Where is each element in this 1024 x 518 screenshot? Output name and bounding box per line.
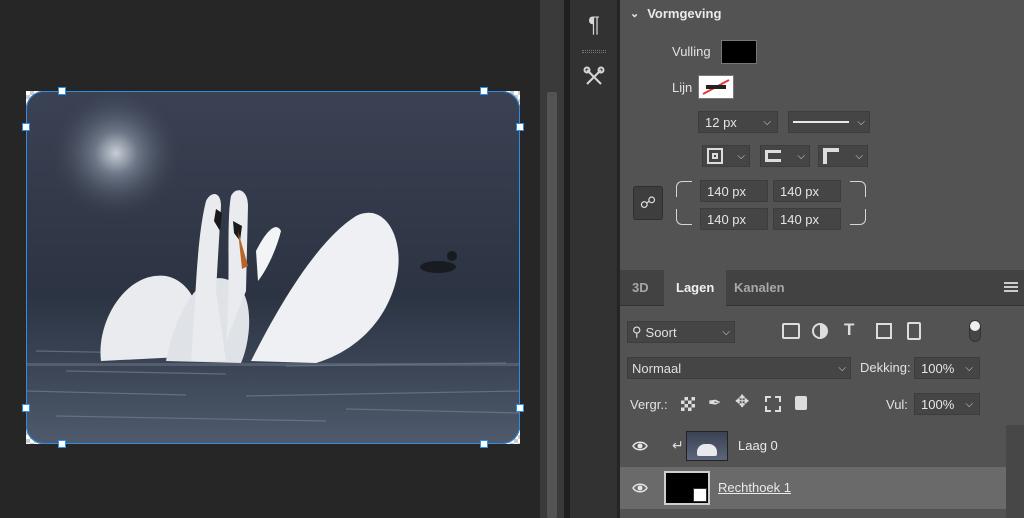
filter-toggle[interactable] xyxy=(969,320,981,342)
stroke-corner-dropdown[interactable]: ⌵ xyxy=(818,145,868,167)
shape-filter-icon[interactable] xyxy=(876,323,892,339)
pilcrow-icon[interactable]: ¶ xyxy=(574,6,614,44)
corner-top-right-icon xyxy=(850,181,866,197)
layer-name[interactable]: Rechthoek 1 xyxy=(718,480,791,495)
stroke-cap-dropdown[interactable]: ⌵ xyxy=(760,145,810,167)
shape-badge-icon xyxy=(693,488,707,502)
artboard-lock-icon[interactable] xyxy=(765,396,781,412)
panel-tabs: 3D Lagen Kanalen xyxy=(620,270,1024,306)
stroke-corner-icon xyxy=(823,148,839,164)
transform-handle[interactable] xyxy=(516,123,524,131)
adjustment-filter-icon[interactable] xyxy=(812,323,828,339)
tab-channels[interactable]: Kanalen xyxy=(722,270,797,306)
filter-label: Soort xyxy=(645,324,677,340)
chevron-down-icon: ⌵ xyxy=(855,150,863,162)
corner-top-left-field[interactable]: 140 px xyxy=(700,180,768,202)
layer-row-selected[interactable]: Rechthoek 1 xyxy=(620,467,1006,509)
fill-opacity-field[interactable]: 100% ⌵ xyxy=(914,393,980,415)
brush-icon[interactable]: ✒ xyxy=(708,393,721,413)
blend-mode-value: Normaal xyxy=(632,360,682,376)
chevron-down-icon: ⌵ xyxy=(857,116,865,128)
wrench-screwdriver-icon[interactable] xyxy=(574,58,614,96)
tab-3d[interactable]: 3D xyxy=(620,270,661,306)
rounded-rectangle-shape[interactable] xyxy=(22,87,524,448)
corner-bottom-right-field[interactable]: 140 px xyxy=(773,208,841,230)
corner-top-left-icon xyxy=(676,181,692,197)
chevron-down-icon[interactable]: ⌵ xyxy=(965,363,973,374)
smart-object-filter-icon[interactable] xyxy=(907,322,921,340)
corner-bottom-right-icon xyxy=(850,209,866,225)
lock-label: Vergr.: xyxy=(630,397,668,412)
fill-label: Vulling xyxy=(672,44,711,59)
layer-name[interactable]: Laag 0 xyxy=(738,438,778,453)
search-icon: ⚲ xyxy=(632,324,642,339)
app-window: ¶ ⌄ Vormgeving Vulling Lijn 12 px ⌵ ⌵ ⌵ … xyxy=(0,0,1024,518)
corner-top-right-field[interactable]: 140 px xyxy=(773,180,841,202)
stroke-align-dropdown[interactable]: ⌵ xyxy=(702,145,750,167)
layer-filter-dropdown[interactable]: ⚲ Soort ⌵ xyxy=(627,321,735,343)
corner-value: 140 px xyxy=(780,211,820,227)
section-header[interactable]: ⌄ Vormgeving xyxy=(630,6,721,21)
link-corners-button[interactable]: ☍ xyxy=(633,186,663,220)
transform-handle[interactable] xyxy=(22,404,30,412)
layer-thumbnail xyxy=(686,431,728,461)
transform-handle[interactable] xyxy=(58,87,66,95)
corner-value: 140 px xyxy=(707,183,747,199)
fill-swatch[interactable] xyxy=(721,40,757,64)
stroke-width-field[interactable]: 12 px ⌵ xyxy=(698,111,778,133)
transform-handle[interactable] xyxy=(480,87,488,95)
chevron-down-icon[interactable]: ⌵ xyxy=(965,399,973,410)
chevron-down-icon[interactable]: ⌵ xyxy=(763,117,771,128)
shape-outline xyxy=(26,91,520,444)
transform-handle[interactable] xyxy=(480,440,488,448)
chevron-down-icon: ⌵ xyxy=(722,326,730,338)
stroke-align-icon xyxy=(707,148,723,164)
section-title: Vormgeving xyxy=(647,6,722,21)
panel-dock: ¶ xyxy=(570,0,618,518)
stroke-width-value: 12 px xyxy=(705,114,737,130)
opacity-label: Dekking: xyxy=(860,360,911,375)
toggle-knob xyxy=(970,321,980,331)
lock-icon[interactable] xyxy=(795,396,807,410)
chevron-down-icon: ⌵ xyxy=(797,150,805,162)
corner-value: 140 px xyxy=(780,183,820,199)
stroke-label: Lijn xyxy=(672,80,693,95)
opacity-field[interactable]: 100% ⌵ xyxy=(914,357,980,379)
blend-mode-dropdown[interactable]: Normaal ⌵ xyxy=(627,357,851,379)
scrollbar-thumb[interactable] xyxy=(547,92,557,518)
transform-handle[interactable] xyxy=(58,440,66,448)
stroke-cap-icon xyxy=(765,150,781,162)
clipping-arrow-icon: ↵ xyxy=(672,437,684,453)
fill-opacity-value: 100% xyxy=(921,396,955,412)
move-icon[interactable]: ✥ xyxy=(735,392,749,412)
panel-menu-icon[interactable] xyxy=(1004,282,1018,292)
lock-transparency-icon[interactable] xyxy=(681,397,695,411)
fill-opacity-label: Vul: xyxy=(886,397,908,412)
solid-line-icon xyxy=(793,121,849,123)
corner-bottom-left-icon xyxy=(676,209,692,225)
opacity-value: 100% xyxy=(921,360,955,376)
chain-link-icon: ☍ xyxy=(639,195,657,212)
eye-icon[interactable] xyxy=(632,438,648,454)
shape-layer-thumbnail xyxy=(664,471,710,505)
text-filter-icon[interactable]: T xyxy=(844,320,854,340)
dock-grip[interactable] xyxy=(582,50,606,53)
layer-row[interactable]: ↵ Laag 0 xyxy=(620,425,1006,467)
chevron-down-icon: ⌵ xyxy=(737,150,745,162)
tab-layers[interactable]: Lagen xyxy=(664,270,727,306)
stroke-swatch[interactable] xyxy=(698,75,734,99)
chevron-down-icon[interactable]: ⌄ xyxy=(630,7,639,20)
transform-handle[interactable] xyxy=(516,404,524,412)
transform-handle[interactable] xyxy=(22,123,30,131)
layers-scrollbar[interactable] xyxy=(1006,425,1024,518)
corner-value: 140 px xyxy=(707,211,747,227)
image-filter-icon[interactable] xyxy=(782,323,800,339)
document-canvas[interactable] xyxy=(0,0,540,518)
corner-bottom-left-field[interactable]: 140 px xyxy=(700,208,768,230)
chevron-down-icon: ⌵ xyxy=(838,362,846,374)
eye-icon[interactable] xyxy=(632,480,648,496)
stroke-style-dropdown[interactable]: ⌵ xyxy=(788,111,870,133)
